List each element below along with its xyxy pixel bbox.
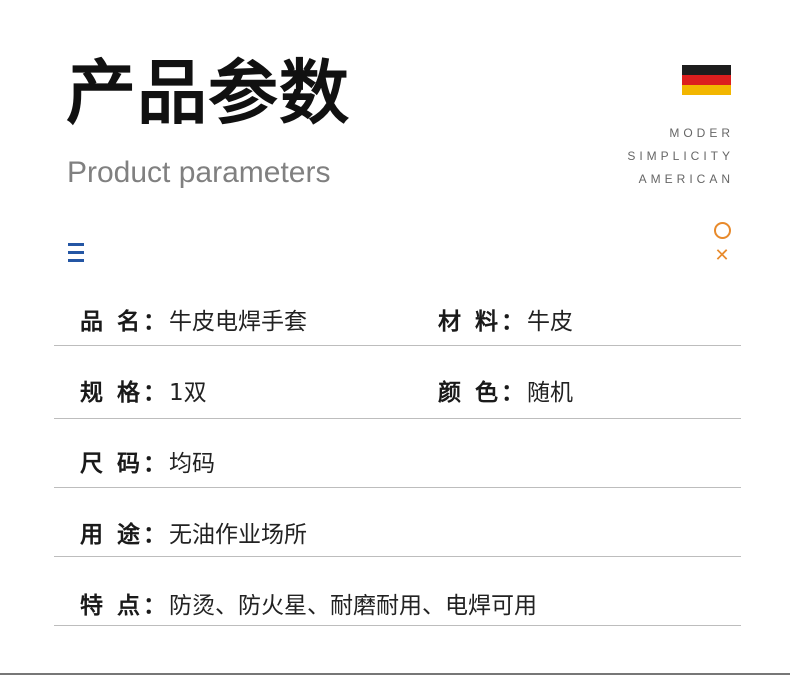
param-row: 用 途：无油作业场所 (54, 520, 741, 557)
circle-icon (714, 222, 731, 239)
param-value: 无油作业场所 (169, 522, 308, 548)
param-label: 尺 码： (80, 451, 170, 477)
param-label: 特 点： (80, 593, 170, 619)
param-value: 均码 (169, 451, 216, 477)
menu-icon (68, 243, 84, 265)
germany-flag-icon (682, 65, 731, 95)
close-icon: ✕ (714, 245, 730, 266)
param-row: 规 格：1双 颜 色：随机 (54, 378, 741, 419)
param-value: 防烫、防火星、耐磨耐用、电焊可用 (169, 593, 538, 619)
param-value: 随机 (527, 380, 574, 406)
param-label: 用 途： (80, 522, 170, 548)
param-label: 颜 色： (438, 380, 528, 406)
param-label: 品 名： (80, 309, 170, 335)
param-label: 规 格： (80, 380, 170, 406)
param-label: 材 料： (438, 309, 528, 335)
tagline-line-3: AMERICAN (638, 172, 734, 186)
page-subtitle: Product parameters (67, 156, 331, 189)
tagline-line-1: MODER (669, 126, 734, 140)
param-value: 牛皮电焊手套 (169, 309, 308, 335)
param-row: 品 名：牛皮电焊手套 材 料：牛皮 (54, 307, 741, 346)
param-row: 尺 码：均码 (54, 449, 741, 488)
param-value: 1双 (169, 380, 207, 406)
param-row: 特 点：防烫、防火星、耐磨耐用、电焊可用 (54, 591, 741, 626)
tagline-line-2: SIMPLICITY (627, 149, 734, 163)
page-title: 产品参数 (66, 52, 350, 134)
param-value: 牛皮 (527, 309, 574, 335)
